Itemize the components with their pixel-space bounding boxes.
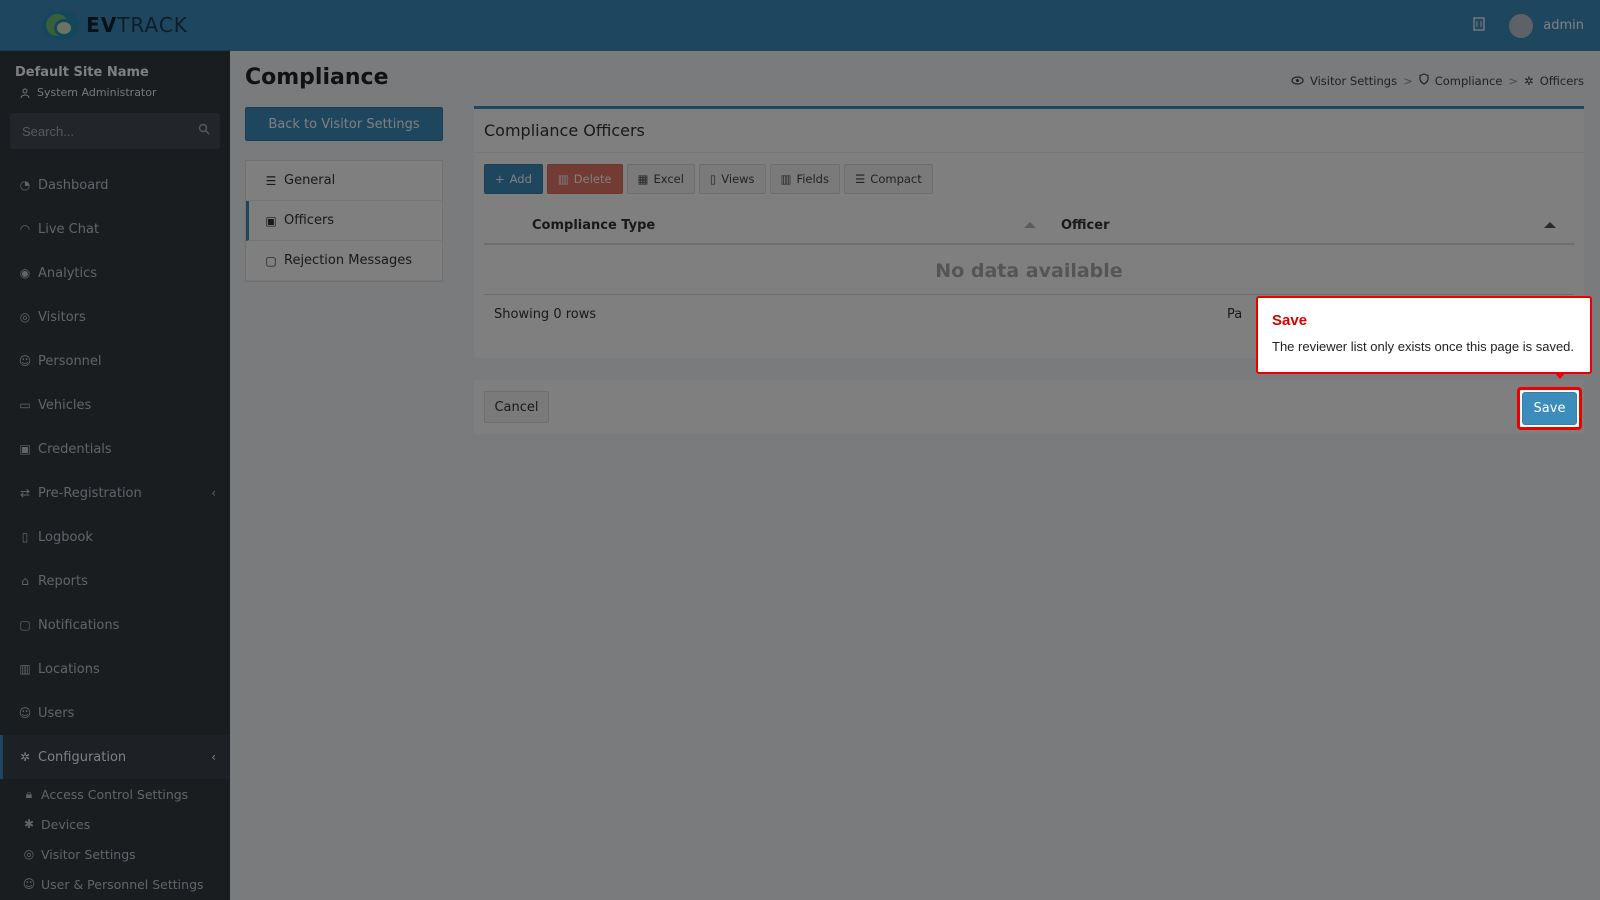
tooltip-title: Save xyxy=(1272,312,1308,329)
tour-overlay xyxy=(0,0,1600,900)
save-button[interactable]: Save xyxy=(1522,392,1577,425)
tooltip-arrow xyxy=(1554,372,1566,379)
tooltip-text: The reviewer list only exists once this … xyxy=(1272,339,1575,354)
tour-tooltip: Save The reviewer list only exists once … xyxy=(1256,296,1592,379)
save-highlight: Save xyxy=(1517,387,1582,430)
